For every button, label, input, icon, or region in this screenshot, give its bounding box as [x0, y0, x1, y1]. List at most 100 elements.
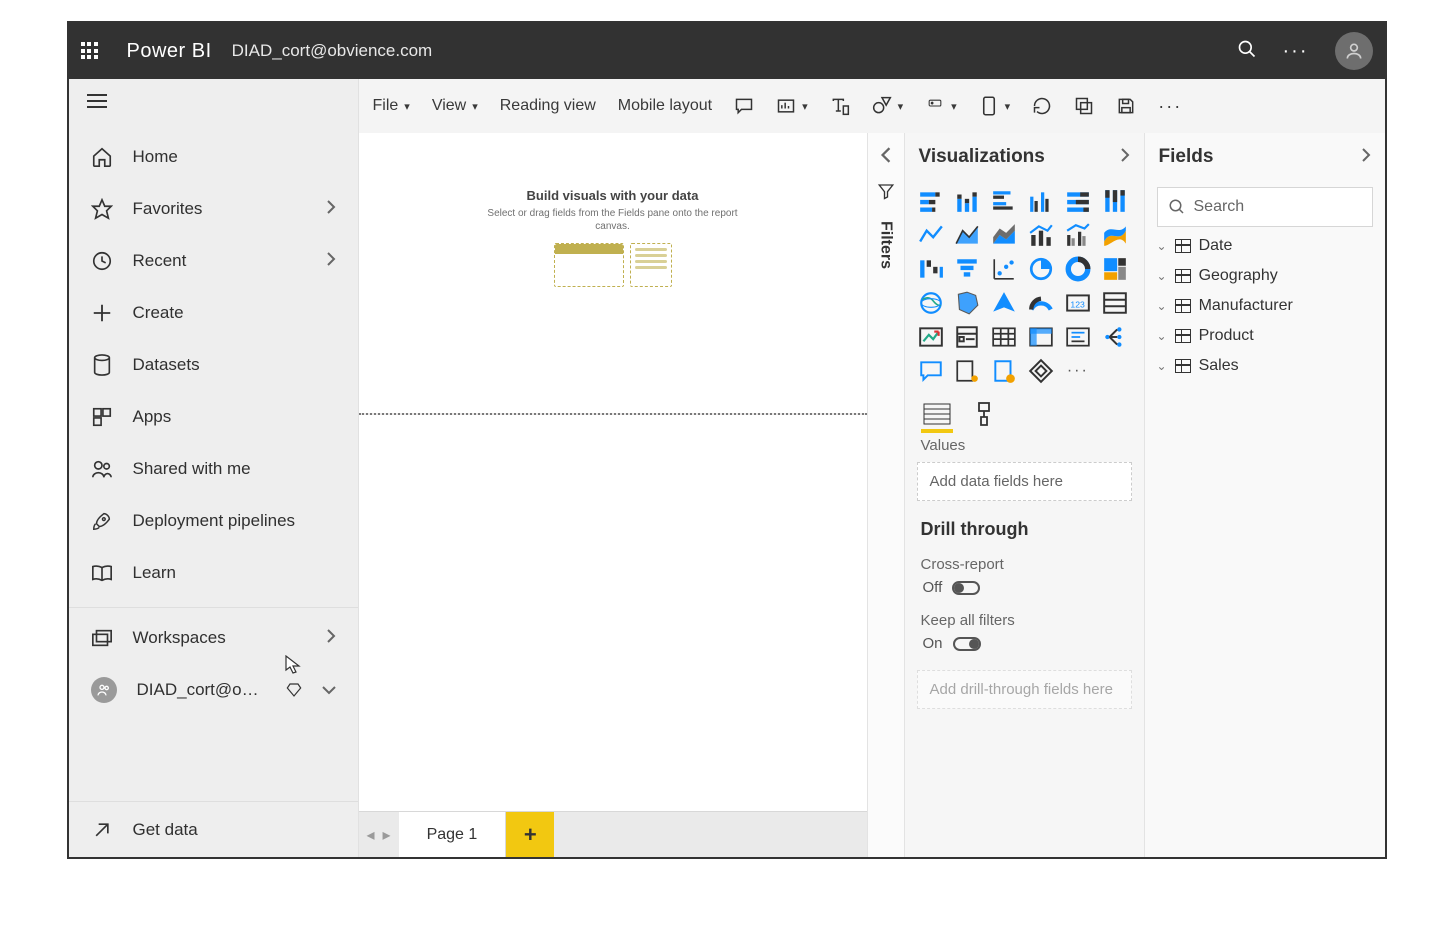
hamburger-icon[interactable] [69, 79, 358, 123]
format-tab[interactable] [973, 401, 995, 427]
placeholder-sub: Select or drag fields from the Fields pa… [483, 207, 743, 233]
clustered-column-icon[interactable] [1027, 187, 1055, 215]
qa-icon[interactable] [917, 357, 945, 385]
field-table-manufacturer[interactable]: ⌄ Manufacturer [1157, 297, 1373, 315]
nav-label: Create [133, 303, 184, 323]
view-menu[interactable]: View ▾ [432, 97, 478, 115]
brand-title: Power BI [127, 40, 212, 63]
visual-menu[interactable]: ▾ [979, 96, 1011, 116]
values-drop-well[interactable]: Add data fields here [917, 462, 1132, 501]
funnel-icon[interactable] [953, 255, 981, 283]
filters-pane-collapsed[interactable]: Filters [867, 133, 905, 857]
matrix-icon[interactable] [1027, 323, 1055, 351]
collapse-viz-pane-icon[interactable] [1120, 146, 1130, 168]
field-table-geography[interactable]: ⌄ Geography [1157, 267, 1373, 285]
pie-icon[interactable] [1027, 255, 1055, 283]
get-data-button[interactable]: Get data [69, 801, 358, 857]
nav-create[interactable]: Create [69, 287, 358, 339]
more-visuals-icon[interactable]: ··· [1064, 357, 1092, 385]
toolbar-more-icon[interactable]: ··· [1158, 96, 1182, 117]
filled-map-icon[interactable] [953, 289, 981, 317]
donut-icon[interactable] [1064, 255, 1092, 283]
avatar[interactable] [1335, 32, 1373, 70]
chevron-down-icon: ▾ [898, 100, 904, 113]
chevron-down-icon: ▾ [802, 100, 808, 113]
stacked-column-icon[interactable] [953, 187, 981, 215]
next-page-icon[interactable]: ▸ [383, 825, 391, 845]
text-box-icon[interactable] [830, 96, 850, 116]
key-influencers-icon[interactable] [953, 357, 981, 385]
chevron-down-icon: ⌄ [1157, 299, 1167, 313]
report-canvas[interactable]: Build visuals with your data Select or d… [359, 133, 867, 857]
nav-label: Workspaces [133, 628, 226, 648]
refresh-icon[interactable] [1032, 96, 1052, 116]
reading-view-button[interactable]: Reading view [500, 97, 596, 115]
nav-home[interactable]: Home [69, 131, 358, 183]
keep-filters-toggle[interactable]: On [905, 633, 1144, 654]
table-icon [1175, 269, 1191, 283]
slicer-icon[interactable] [953, 323, 981, 351]
card-icon[interactable]: 123 [1064, 289, 1092, 317]
field-table-product[interactable]: ⌄ Product [1157, 327, 1373, 345]
table-icon[interactable] [990, 323, 1018, 351]
power-apps-icon[interactable] [1027, 357, 1055, 385]
arrow-up-right-icon [91, 819, 113, 841]
nav-workspaces[interactable]: Workspaces [69, 612, 358, 664]
search-placeholder: Search [1194, 198, 1245, 216]
fields-tab[interactable] [923, 401, 951, 427]
nav-shared[interactable]: Shared with me [69, 443, 358, 495]
app-launcher-icon[interactable] [81, 42, 99, 60]
diamond-icon [286, 682, 302, 698]
fields-search-input[interactable]: Search [1157, 187, 1373, 227]
nav-current-workspace[interactable]: DIAD_cort@obvi... [69, 664, 358, 716]
kpi-icon[interactable] [917, 323, 945, 351]
field-table-sales[interactable]: ⌄ Sales [1157, 357, 1373, 375]
duplicate-icon[interactable] [1074, 96, 1094, 116]
stacked-bar-icon[interactable] [917, 187, 945, 215]
shapes-menu[interactable]: ▾ [872, 96, 904, 116]
line-clustered-icon[interactable] [1064, 221, 1092, 249]
stacked100-column-icon[interactable] [1101, 187, 1129, 215]
map-icon[interactable] [917, 289, 945, 317]
r-visual-icon[interactable] [1064, 323, 1092, 351]
nav-recent[interactable]: Recent [69, 235, 358, 287]
explore-menu[interactable]: ▾ [776, 96, 808, 116]
gauge-icon[interactable] [1027, 289, 1055, 317]
nav-learn[interactable]: Learn [69, 547, 358, 599]
line-chart-icon[interactable] [917, 221, 945, 249]
treemap-icon[interactable] [1101, 255, 1129, 283]
line-column-icon[interactable] [1027, 221, 1055, 249]
multirow-card-icon[interactable] [1101, 289, 1129, 317]
buttons-menu[interactable]: ▾ [925, 96, 957, 116]
add-page-button[interactable]: + [506, 812, 554, 858]
azure-map-icon[interactable] [990, 289, 1018, 317]
decomposition-icon[interactable] [1101, 323, 1129, 351]
ribbon-chart-icon[interactable] [1101, 221, 1129, 249]
more-icon[interactable]: ··· [1277, 40, 1315, 63]
area-chart-icon[interactable] [953, 221, 981, 249]
scatter-icon[interactable] [990, 255, 1018, 283]
collapse-fields-pane-icon[interactable] [1361, 146, 1371, 168]
nav-datasets[interactable]: Datasets [69, 339, 358, 391]
chat-icon[interactable] [734, 96, 754, 116]
chevron-down-icon: ⌄ [1157, 239, 1167, 253]
prev-page-icon[interactable]: ◂ [367, 825, 375, 845]
mobile-layout-button[interactable]: Mobile layout [618, 97, 712, 115]
field-table-date[interactable]: ⌄ Date [1157, 237, 1373, 255]
file-menu[interactable]: File ▾ [373, 97, 410, 115]
page-tab[interactable]: Page 1 [399, 812, 507, 858]
waterfall-icon[interactable] [917, 255, 945, 283]
nav-pipelines[interactable]: Deployment pipelines [69, 495, 358, 547]
keep-filters-label: Keep all filters [905, 598, 1144, 633]
save-icon[interactable] [1116, 96, 1136, 116]
stacked100-bar-icon[interactable] [1064, 187, 1092, 215]
nav-label: Home [133, 147, 178, 167]
drill-drop-well[interactable]: Add drill-through fields here [917, 670, 1132, 709]
stacked-area-icon[interactable] [990, 221, 1018, 249]
paginated-icon[interactable] [990, 357, 1018, 385]
clustered-bar-icon[interactable] [990, 187, 1018, 215]
nav-apps[interactable]: Apps [69, 391, 358, 443]
cross-report-toggle[interactable]: Off [905, 577, 1144, 598]
nav-favorites[interactable]: Favorites [69, 183, 358, 235]
search-icon[interactable] [1237, 39, 1257, 64]
